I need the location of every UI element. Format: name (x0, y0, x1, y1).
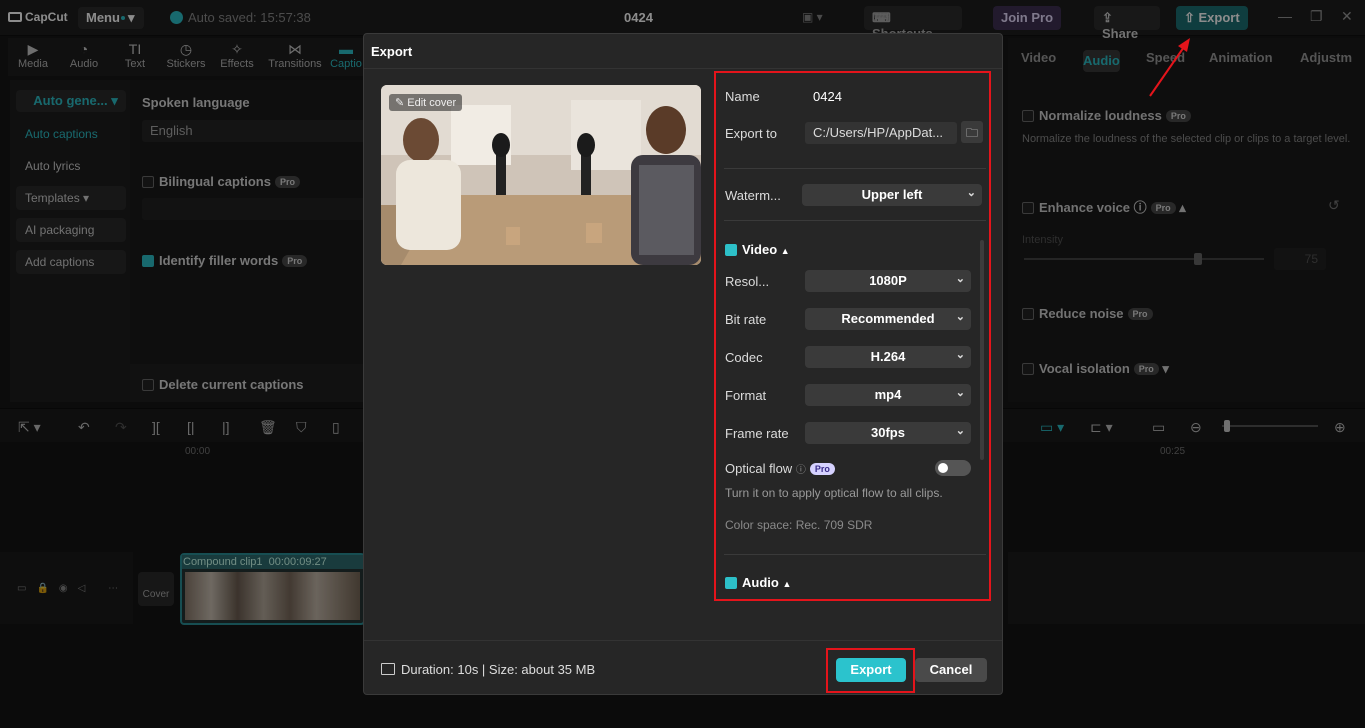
edit-cover-button[interactable]: ✎ Edit cover (389, 94, 463, 111)
name-value[interactable]: 0424 (813, 89, 842, 104)
framerate-select[interactable]: 30fps ⌄ (805, 422, 971, 444)
codec-select[interactable]: H.264 ⌄ (805, 346, 971, 368)
settings-scrollbar[interactable] (980, 240, 984, 460)
watermark-label: Waterm... (725, 188, 781, 203)
checkbox-checked-icon (725, 244, 737, 256)
resolution-label: Resol... (725, 274, 770, 289)
divider (724, 220, 986, 221)
chevron-down-icon: ⌄ (955, 273, 965, 285)
chevron-up-icon: ▲ (780, 246, 790, 256)
export-path-input[interactable]: C:/Users/HP/AppDat... (805, 122, 957, 144)
chevron-up-icon: ▲ (782, 579, 792, 589)
duration-size-info: Duration: 10s | Size: about 35 MB (381, 662, 595, 677)
folder-icon[interactable]: 🗀 (961, 121, 983, 143)
bitrate-select[interactable]: Recommended ⌄ (805, 308, 971, 330)
optical-flow-label: Optical flow ⓘ Pro (725, 461, 835, 476)
divider (364, 640, 1002, 641)
toggle-knob (938, 463, 948, 473)
chevron-down-icon: ⌄ (955, 425, 965, 437)
export-settings: Name 0424 Export to C:/Users/HP/AppDat..… (716, 72, 988, 600)
exportto-label: Export to (725, 126, 778, 141)
info-icon: ⓘ (795, 465, 806, 476)
format-select[interactable]: mp4 ⌄ (805, 384, 971, 406)
chevron-down-icon: ⌄ (966, 187, 976, 199)
dialog-title: Export (371, 44, 413, 59)
export-button[interactable]: Export (836, 658, 906, 682)
watermark-select[interactable]: Upper left ⌄ (802, 184, 982, 206)
podcast-photo (381, 85, 701, 265)
name-label: Name (725, 89, 760, 104)
bitrate-label: Bit rate (725, 312, 767, 327)
framerate-label: Frame rate (725, 426, 789, 441)
divider (724, 554, 986, 555)
color-space-info: Color space: Rec. 709 SDR (725, 518, 873, 532)
chevron-down-icon: ⌄ (955, 349, 965, 361)
pro-badge: Pro (809, 463, 835, 475)
audio-section-toggle[interactable]: Audio ▲ (725, 575, 791, 590)
video-section-toggle[interactable]: Video ▲ (725, 242, 790, 257)
cover-preview[interactable] (381, 85, 701, 265)
divider (364, 68, 1002, 69)
chevron-down-icon: ⌄ (955, 387, 965, 399)
checkbox-checked-icon (725, 577, 737, 589)
format-label: Format (725, 388, 767, 403)
codec-label: Codec (725, 350, 763, 365)
resolution-select[interactable]: 1080P ⌄ (805, 270, 971, 292)
arrow-annotation (1149, 38, 1190, 97)
optical-flow-toggle[interactable] (935, 460, 971, 476)
optical-flow-description: Turn it on to apply optical flow to all … (725, 486, 943, 500)
chevron-down-icon: ⌄ (955, 311, 965, 323)
film-icon (381, 663, 395, 675)
divider (724, 168, 986, 169)
cancel-button[interactable]: Cancel (915, 658, 987, 682)
